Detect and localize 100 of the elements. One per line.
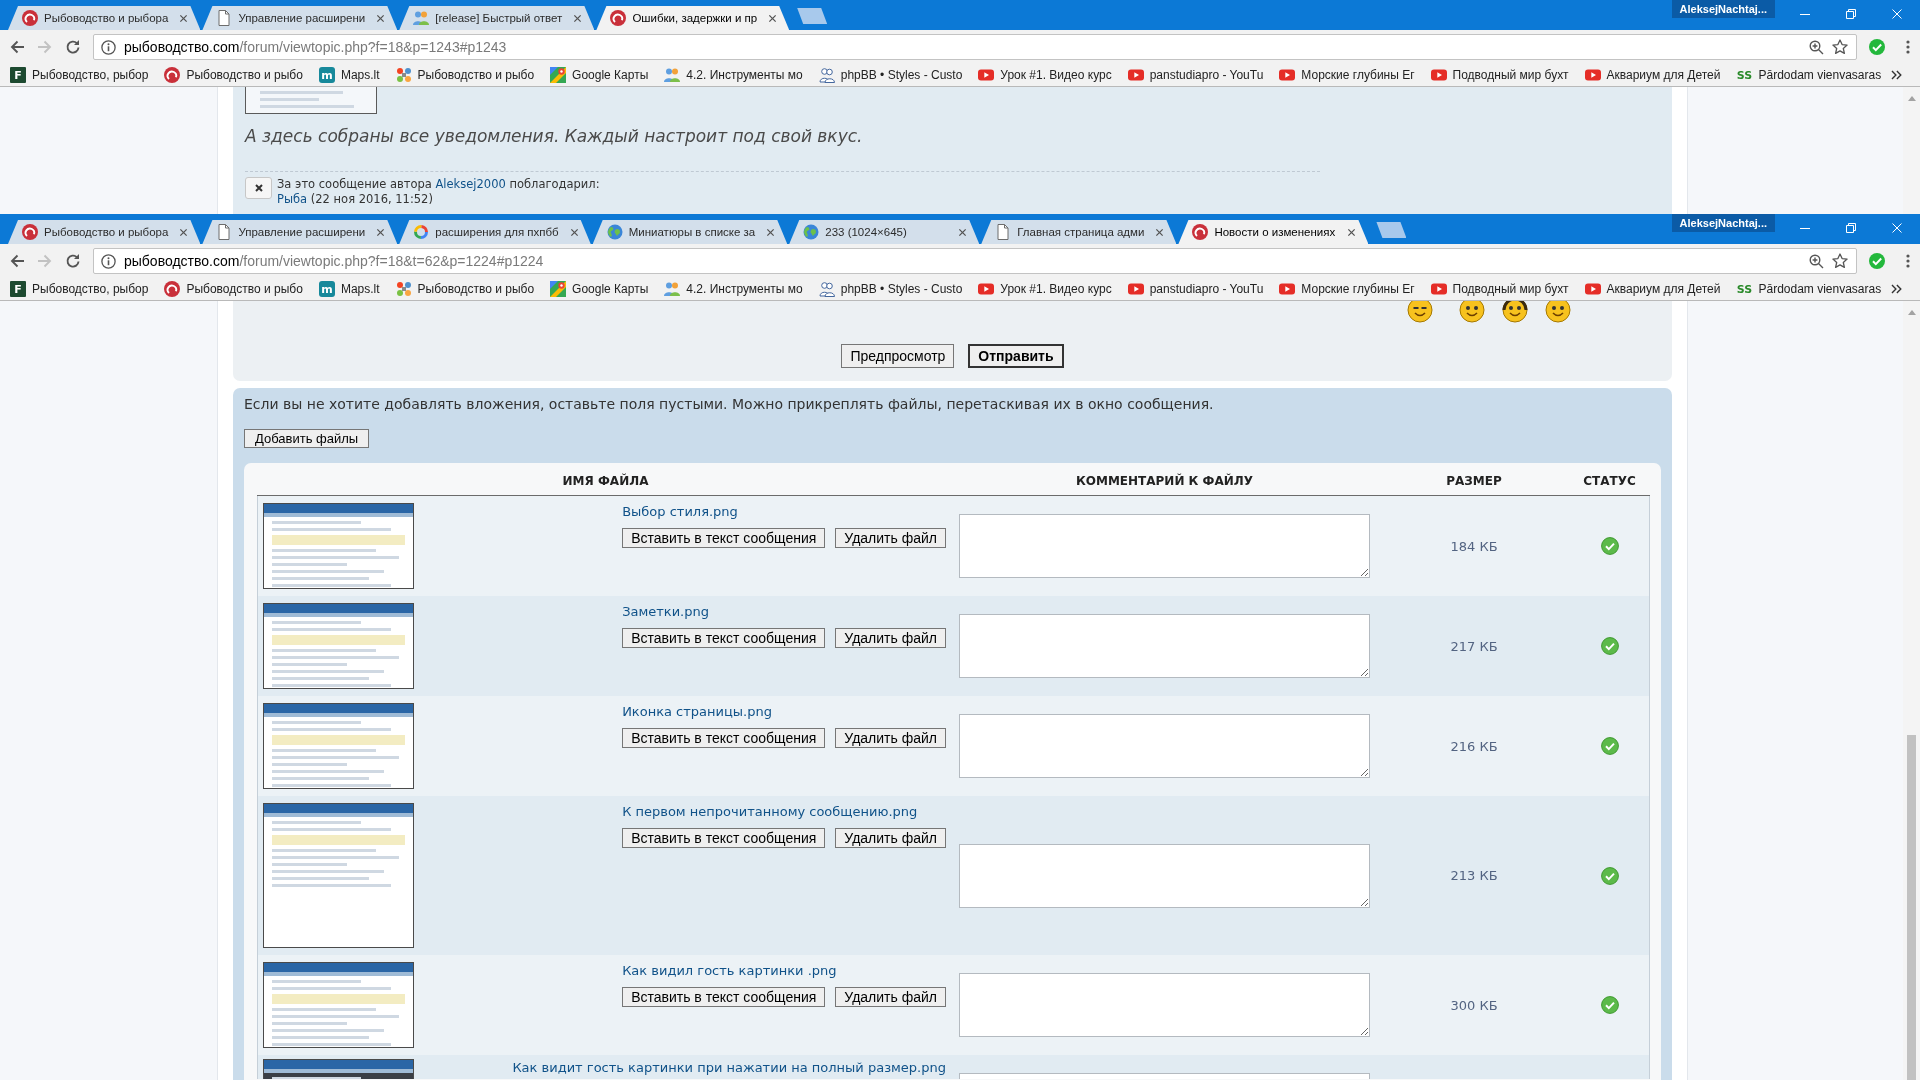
double-chevron-icon[interactable] bbox=[1891, 284, 1902, 294]
bookmark[interactable]: panstudiapro - YouTu bbox=[1121, 279, 1270, 299]
close-icon[interactable] bbox=[768, 13, 778, 23]
file-name-link[interactable]: Иконка страницы.png bbox=[622, 704, 772, 719]
browser-tab[interactable]: Ошибки, задержки и пр bbox=[596, 6, 790, 30]
bookmark[interactable]: Аквариум для Детей bbox=[1578, 279, 1727, 299]
check-icon[interactable] bbox=[1869, 39, 1885, 55]
add-files-button[interactable]: Добавить файлы bbox=[244, 429, 370, 448]
delete-file-button[interactable]: Удалить файл bbox=[835, 528, 946, 548]
reload-icon[interactable] bbox=[65, 253, 81, 269]
profile-button[interactable]: AleksejNachtaj... bbox=[1671, 214, 1775, 232]
file-name-link[interactable]: Заметки.png bbox=[622, 604, 709, 619]
scrollbar[interactable] bbox=[1903, 301, 1920, 1080]
bookmark[interactable]: 4.2. Инструменты мо bbox=[658, 65, 809, 85]
bookmark[interactable]: SS Pārdodam vienvasaras bbox=[1730, 279, 1888, 299]
delete-file-button[interactable]: Удалить файл bbox=[835, 987, 946, 1007]
close-icon[interactable] bbox=[573, 13, 583, 23]
restore-icon[interactable] bbox=[1846, 9, 1856, 19]
close-icon[interactable] bbox=[1155, 227, 1165, 237]
restore-icon[interactable] bbox=[1846, 223, 1856, 233]
browser-tab[interactable]: 233 (1024×645) bbox=[789, 220, 980, 244]
smiley-icon[interactable] bbox=[1459, 301, 1485, 323]
comment-field[interactable] bbox=[959, 1073, 1370, 1079]
menu-icon[interactable] bbox=[1906, 254, 1910, 268]
new-tab-button[interactable] bbox=[797, 8, 828, 24]
bookmark[interactable]: Морские глубины Ег bbox=[1273, 65, 1421, 85]
file-name-link[interactable]: К первом непрочитанному сообщению.png bbox=[622, 804, 918, 819]
bookmark[interactable]: Морские глубины Ег bbox=[1273, 279, 1421, 299]
insert-button[interactable]: Вставить в текст сообщения bbox=[622, 528, 826, 548]
scrollbar[interactable] bbox=[1903, 87, 1920, 214]
file-name-link[interactable]: Как видил гость картинки .png bbox=[622, 963, 837, 978]
address-field[interactable]: рыбоводство.com/forum/viewtopic.php?f=18&p=1243#p1243 bbox=[93, 34, 1857, 60]
menu-icon[interactable] bbox=[1906, 40, 1910, 54]
zoom-icon[interactable] bbox=[1809, 253, 1824, 269]
comment-field[interactable] bbox=[959, 514, 1370, 578]
browser-tab[interactable]: Новости о изменениях bbox=[1178, 220, 1369, 244]
bookmark[interactable]: Урок #1. Видео курс bbox=[972, 279, 1118, 299]
author-link[interactable]: Aleksej2000 bbox=[435, 177, 506, 191]
file-name-link[interactable]: Выбор стиля.png bbox=[622, 504, 738, 519]
bookmark[interactable]: Рыбоводство и рыбо bbox=[389, 279, 541, 299]
bookmark[interactable]: Рыбоводство и рыбо bbox=[389, 65, 541, 85]
bookmark[interactable]: panstudiapro - YouTu bbox=[1121, 65, 1270, 85]
smiley-icon[interactable] bbox=[1407, 301, 1433, 323]
browser-tab[interactable]: расширения для пхпбб bbox=[399, 220, 591, 244]
delete-file-button[interactable]: Удалить файл bbox=[835, 828, 946, 848]
smiley-icon[interactable] bbox=[1502, 301, 1528, 323]
close-icon[interactable] bbox=[1347, 227, 1357, 237]
close-icon[interactable] bbox=[569, 227, 579, 237]
comment-field[interactable] bbox=[959, 714, 1370, 778]
close-icon[interactable] bbox=[958, 227, 968, 237]
check-icon[interactable] bbox=[1869, 253, 1885, 269]
bookmark[interactable]: Google Карты bbox=[544, 65, 655, 85]
browser-tab[interactable]: Миниатюры в списке за bbox=[592, 220, 788, 244]
close-icon[interactable] bbox=[179, 227, 189, 237]
double-chevron-icon[interactable] bbox=[1891, 70, 1902, 80]
info-icon[interactable] bbox=[101, 39, 116, 55]
bookmark[interactable]: m Maps.lt bbox=[312, 279, 386, 299]
bookmark[interactable]: Подводный мир бухт bbox=[1424, 279, 1575, 299]
profile-button[interactable]: AleksejNachtaj... bbox=[1671, 0, 1775, 18]
close-icon[interactable] bbox=[376, 13, 386, 23]
zoom-icon[interactable] bbox=[1809, 39, 1824, 55]
browser-tab[interactable]: Рыбоводство и рыбора bbox=[8, 220, 201, 244]
scrollbar-thumb[interactable] bbox=[1907, 735, 1916, 1080]
browser-tab[interactable]: Управление расширени bbox=[202, 6, 398, 30]
back-icon[interactable] bbox=[9, 39, 25, 55]
new-tab-button[interactable] bbox=[1376, 222, 1407, 238]
bookmark[interactable]: phpBB • Styles - Custo bbox=[812, 279, 969, 299]
close-icon[interactable] bbox=[376, 227, 386, 237]
bookmark[interactable]: Google Карты bbox=[544, 279, 655, 299]
bookmark[interactable]: SS Pārdodam vienvasaras bbox=[1730, 65, 1888, 85]
browser-tab[interactable]: [release] Быстрый ответ bbox=[399, 6, 595, 30]
smiley-icon[interactable] bbox=[1545, 301, 1571, 323]
bookmark[interactable]: Урок #1. Видео курс bbox=[972, 65, 1118, 85]
bookmark[interactable]: Подводный мир бухт bbox=[1424, 65, 1575, 85]
insert-button[interactable]: Вставить в текст сообщения bbox=[622, 728, 826, 748]
delete-file-button[interactable]: Удалить файл bbox=[835, 628, 946, 648]
star-icon[interactable] bbox=[1832, 253, 1848, 269]
bookmark[interactable]: phpBB • Styles - Custo bbox=[812, 65, 969, 85]
bookmark[interactable]: F Рыбоводство, рыбор bbox=[4, 279, 155, 299]
insert-button[interactable]: Вставить в текст сообщения bbox=[622, 628, 826, 648]
delete-file-button[interactable]: Удалить файл bbox=[835, 728, 946, 748]
file-name-link[interactable]: Как видит гость картинки при нажатии на полный размер.png bbox=[512, 1060, 946, 1075]
bookmark[interactable]: m Maps.lt bbox=[312, 65, 386, 85]
browser-tab[interactable]: Рыбоводство и рыбора bbox=[8, 6, 201, 30]
preview-button[interactable]: Предпросмотр bbox=[841, 344, 955, 368]
remove-thanks-button[interactable] bbox=[245, 177, 272, 199]
close-icon[interactable] bbox=[179, 13, 189, 23]
bookmark[interactable]: 4.2. Инструменты мо bbox=[658, 279, 809, 299]
bookmark[interactable]: Аквариум для Детей bbox=[1578, 65, 1727, 85]
user-link[interactable]: Рыба bbox=[277, 192, 308, 206]
browser-tab[interactable]: Главная страница адми bbox=[981, 220, 1177, 244]
close-icon[interactable] bbox=[766, 227, 776, 237]
star-icon[interactable] bbox=[1832, 39, 1848, 55]
bookmark[interactable]: Рыбоводство и рыбо bbox=[158, 279, 309, 299]
address-field[interactable]: рыбоводство.com/forum/viewtopic.php?f=18&t=62&p=1224#p1224 bbox=[93, 248, 1857, 274]
back-icon[interactable] bbox=[9, 253, 25, 269]
reload-icon[interactable] bbox=[65, 39, 81, 55]
comment-field[interactable] bbox=[959, 843, 1370, 908]
comment-field[interactable] bbox=[959, 973, 1370, 1037]
bookmark[interactable]: F Рыбоводство, рыбор bbox=[4, 65, 155, 85]
